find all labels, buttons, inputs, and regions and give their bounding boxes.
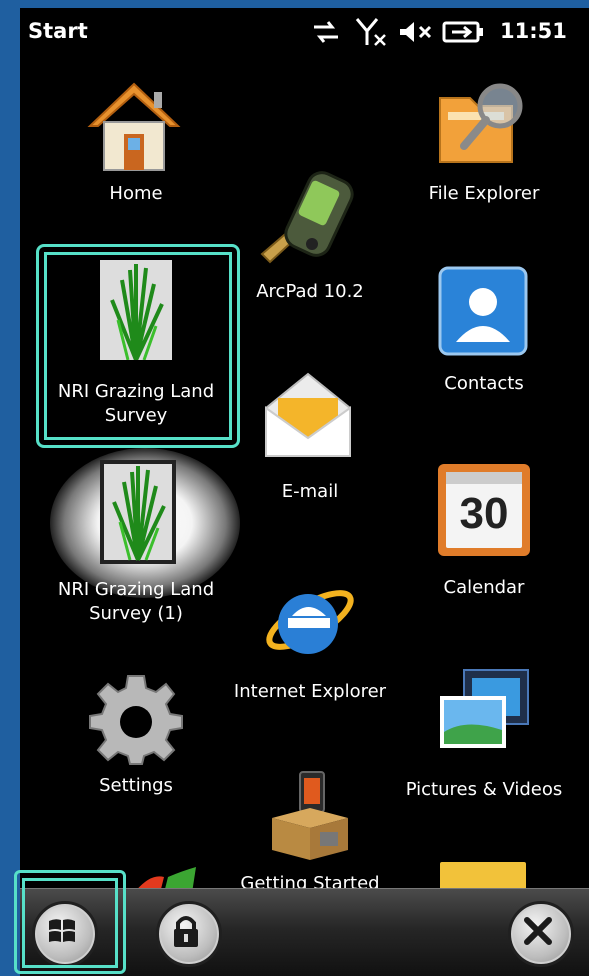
sync-arrows-icon	[314, 21, 338, 43]
app-label: Settings	[99, 775, 173, 796]
status-title: Start	[28, 19, 88, 43]
app-pictures-videos[interactable]: Pictures & Videos	[384, 668, 584, 808]
status-bar: Start 11:51	[20, 8, 589, 52]
app-label: E-mail	[281, 481, 339, 502]
calendar-icon: 30	[438, 464, 530, 556]
app-arcpad[interactable]: ArcPad 10.2	[210, 168, 410, 318]
speaker-muted-icon	[400, 22, 432, 42]
app-label: Pictures & Videos	[405, 779, 563, 800]
app-home[interactable]: Home	[36, 78, 236, 218]
app-label: ArcPad 10.2	[256, 281, 364, 302]
envelope-icon	[265, 372, 351, 457]
calendar-day: 30	[459, 489, 509, 538]
gear-icon	[89, 675, 183, 765]
app-label: Home	[109, 183, 163, 204]
app-internet-explorer[interactable]: Internet Explorer	[210, 570, 410, 720]
pictures-videos-icon	[440, 669, 529, 748]
status-time: 11:51	[500, 19, 567, 43]
contact-person-icon	[438, 266, 528, 356]
app-label: Internet Explorer	[233, 681, 387, 702]
device-screen: Start 11:51 Home NRI Grazing Land Survey…	[20, 8, 589, 976]
app-label: NRI Grazing Land Survey (1)	[57, 579, 215, 624]
app-email[interactable]: E-mail	[210, 368, 410, 518]
lock-button[interactable]	[156, 901, 222, 967]
internet-explorer-icon	[266, 590, 354, 654]
start-button-highlight-inner	[22, 878, 118, 968]
close-button[interactable]	[508, 901, 574, 967]
selection-highlight-inner	[44, 252, 232, 440]
getting-started-box-icon	[272, 771, 348, 860]
battery-charging-icon	[442, 21, 483, 43]
no-signal-icon	[355, 18, 386, 46]
app-calendar[interactable]: 30 Calendar	[384, 464, 584, 604]
app-label: File Explorer	[428, 183, 540, 204]
arcpad-device-icon	[260, 171, 354, 264]
app-label: Calendar	[443, 577, 525, 598]
app-getting-started[interactable]: Getting Started	[210, 768, 410, 894]
app-label: Contacts	[444, 373, 524, 394]
status-icons: 11:51	[310, 17, 585, 47]
close-icon	[524, 917, 552, 945]
grass-plant-icon	[100, 460, 176, 564]
app-file-explorer[interactable]: File Explorer	[384, 76, 584, 216]
app-contacts[interactable]: Contacts	[384, 266, 584, 406]
app-nri-grazing-land-survey-1[interactable]: NRI Grazing Land Survey (1)	[36, 460, 236, 630]
home-icon	[87, 82, 181, 171]
app-settings[interactable]: Settings	[36, 670, 236, 810]
lock-icon	[174, 916, 198, 947]
folder-search-icon	[439, 83, 523, 163]
